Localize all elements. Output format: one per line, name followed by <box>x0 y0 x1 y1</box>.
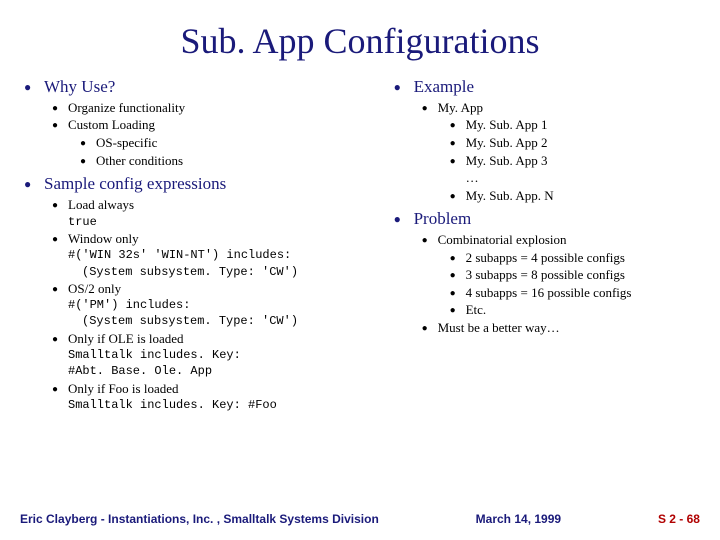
code-window-only-1: #('WIN 32s' 'WIN-NT') includes: <box>68 247 394 263</box>
item-better-way: Must be a better way… <box>422 320 560 335</box>
item-etc: Etc. <box>450 302 487 317</box>
item-subapp2: My. Sub. App 2 <box>450 135 548 150</box>
item-2subapps: 2 subapps = 4 possible configs <box>450 250 625 265</box>
item-load-always: Load always <box>52 197 134 212</box>
item-subappn: My. Sub. App. N <box>450 188 554 203</box>
code-load-always: true <box>68 214 394 230</box>
item-ellipsis: … <box>466 169 696 187</box>
item-os-specific: OS-specific <box>80 135 157 150</box>
item-window-only: Window only <box>52 231 139 246</box>
item-organize: Organize functionality <box>52 100 185 115</box>
heading-example: Example <box>394 77 474 96</box>
code-os2-2: (System subsystem. Type: 'CW') <box>82 313 394 329</box>
footer-author: Eric Clayberg - Instantiations, Inc. , S… <box>20 512 379 526</box>
item-custom-loading: Custom Loading <box>52 117 155 132</box>
code-ole-2: #Abt. Base. Ole. App <box>68 363 394 379</box>
code-window-only-2: (System subsystem. Type: 'CW') <box>82 264 394 280</box>
heading-sample-config: Sample config expressions <box>24 174 226 193</box>
item-ole: Only if OLE is loaded <box>52 331 184 346</box>
heading-why-use: Why Use? <box>24 77 115 96</box>
item-foo: Only if Foo is loaded <box>52 381 179 396</box>
item-3subapps: 3 subapps = 8 possible configs <box>450 267 625 282</box>
code-ole-1: Smalltalk includes. Key: <box>68 347 394 363</box>
item-subapp3: My. Sub. App 3 <box>450 153 548 168</box>
right-column: Example My. App My. Sub. App 1 My. Sub. … <box>394 76 696 413</box>
content-columns: Why Use? Organize functionality Custom L… <box>0 68 720 413</box>
footer-date: March 14, 1999 <box>476 512 561 526</box>
code-foo: Smalltalk includes. Key: #Foo <box>68 397 394 413</box>
item-combinatorial: Combinatorial explosion <box>422 232 567 247</box>
heading-problem: Problem <box>394 209 472 228</box>
item-os2-only: OS/2 only <box>52 281 121 296</box>
item-4subapps: 4 subapps = 16 possible configs <box>450 285 632 300</box>
item-subapp1: My. Sub. App 1 <box>450 117 548 132</box>
item-myapp: My. App <box>422 100 483 115</box>
item-other-conditions: Other conditions <box>80 153 183 168</box>
left-column: Why Use? Organize functionality Custom L… <box>24 76 394 413</box>
footer-page-number: S 2 - 68 <box>658 512 700 526</box>
code-os2-1: #('PM') includes: <box>68 297 394 313</box>
slide-title: Sub. App Configurations <box>0 0 720 68</box>
slide-footer: Eric Clayberg - Instantiations, Inc. , S… <box>0 512 720 526</box>
